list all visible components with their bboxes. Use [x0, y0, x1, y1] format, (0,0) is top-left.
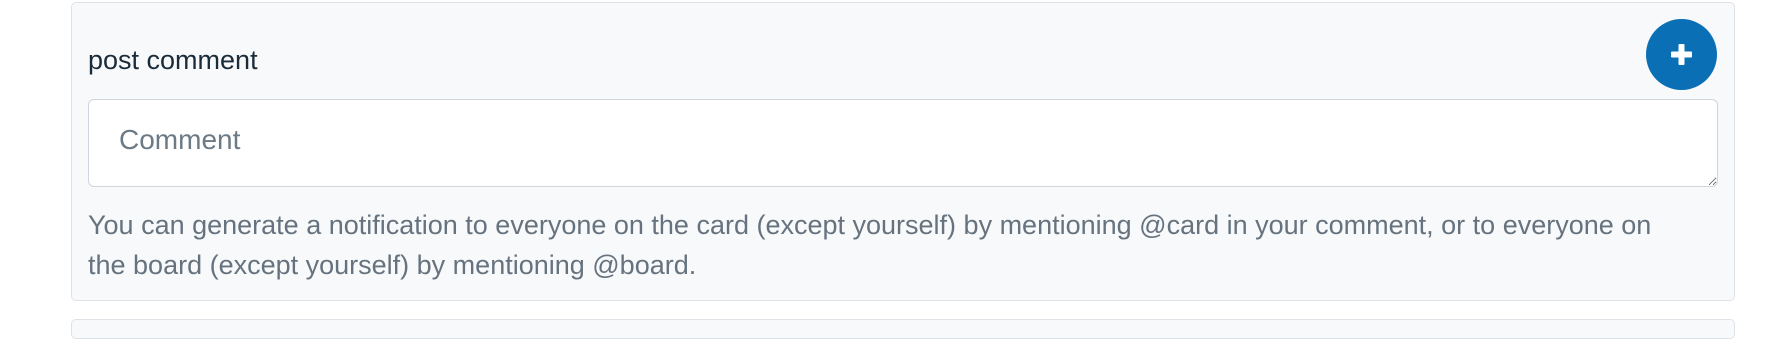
mention-help-text: You can generate a notification to every…: [88, 210, 1652, 280]
next-panel-edge: [71, 319, 1735, 339]
add-comment-button[interactable]: [1646, 19, 1717, 90]
panel-title: post comment: [88, 45, 258, 75]
comment-input[interactable]: [88, 99, 1718, 187]
plus-icon: [1671, 44, 1692, 65]
